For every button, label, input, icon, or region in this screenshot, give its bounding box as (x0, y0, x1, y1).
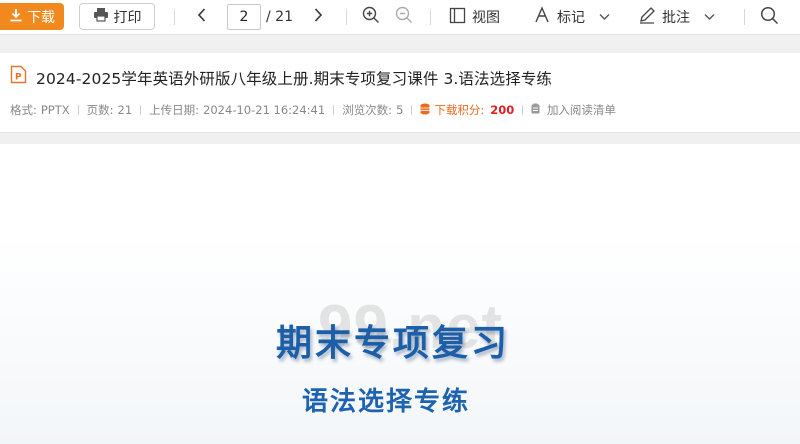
chevron-down-icon (704, 9, 715, 25)
svg-text:P: P (15, 73, 22, 83)
slide-subtitle: 语法选择专练 (302, 387, 471, 417)
zoom-out-button[interactable] (392, 5, 416, 29)
page-number-input[interactable] (227, 4, 261, 30)
viewer-toolbar: 下载 打印 / 21 视图 (0, 0, 800, 35)
chevron-left-icon (196, 7, 208, 27)
upload-date-value: 2024-10-21 16:24:41 (203, 103, 326, 117)
add-reading-list-label: 加入阅读清单 (546, 103, 616, 117)
zoom-in-icon (362, 6, 380, 28)
download-icon (9, 8, 23, 26)
document-meta: 格式: PPTX 页数: 21 上传日期: 2024-10-21 16:24:4… (10, 101, 616, 119)
toolbar-divider (174, 9, 175, 25)
mark-label: 标记 (557, 10, 585, 26)
view-label: 视图 (472, 10, 500, 26)
pages-value: 21 (117, 103, 133, 117)
download-points-value: 200 (490, 103, 515, 117)
next-page-button[interactable] (306, 5, 330, 29)
download-points-label: 下载积分: (434, 103, 485, 117)
toolbar-divider (346, 9, 347, 25)
views-label: 浏览次数: (342, 103, 393, 117)
pen-icon (638, 6, 656, 28)
print-button[interactable]: 打印 (79, 3, 155, 30)
coin-stack-icon (420, 103, 430, 118)
zoom-in-button[interactable] (359, 5, 383, 29)
printer-icon (93, 7, 109, 26)
annotate-label: 批注 (662, 10, 690, 26)
search-button[interactable] (757, 5, 781, 29)
download-label: 下载 (27, 9, 55, 26)
chevron-down-icon (599, 9, 610, 25)
view-menu-button[interactable]: 视图 (449, 0, 500, 34)
toolbar-divider (744, 9, 745, 25)
mark-menu-button[interactable]: 标记 (533, 0, 610, 34)
document-info-panel: P 2024-2025学年英语外研版八年级上册.期末专项复习课件 3.语法选择专… (0, 53, 800, 133)
zoom-out-icon (395, 6, 413, 28)
views-value: 5 (396, 103, 404, 117)
toolbar-divider (430, 9, 431, 25)
highlighter-icon (533, 6, 551, 28)
slide-page: 99.net 期末专项复习 语法选择专练 (0, 144, 800, 444)
download-button[interactable]: 下载 (0, 3, 64, 30)
pages-label: 页数: (86, 103, 114, 117)
view-icon (449, 7, 466, 28)
annotate-menu-button[interactable]: 批注 (638, 0, 715, 34)
add-reading-list-link[interactable]: 加入阅读清单 (531, 102, 616, 118)
format-value: PPTX (40, 103, 70, 117)
chevron-right-icon (312, 7, 324, 27)
page-total: / 21 (266, 9, 293, 25)
prev-page-button[interactable] (190, 5, 214, 29)
upload-date-label: 上传日期: (149, 103, 200, 117)
document-title: 2024-2025学年英语外研版八年级上册.期末专项复习课件 3.语法选择专练 (36, 70, 553, 88)
clipboard-icon (531, 103, 544, 117)
slide-title: 期末专项复习 (276, 323, 511, 364)
pptx-file-icon: P (10, 65, 27, 88)
format-label: 格式: (10, 103, 37, 117)
print-label: 打印 (113, 9, 142, 26)
search-icon (760, 6, 779, 29)
